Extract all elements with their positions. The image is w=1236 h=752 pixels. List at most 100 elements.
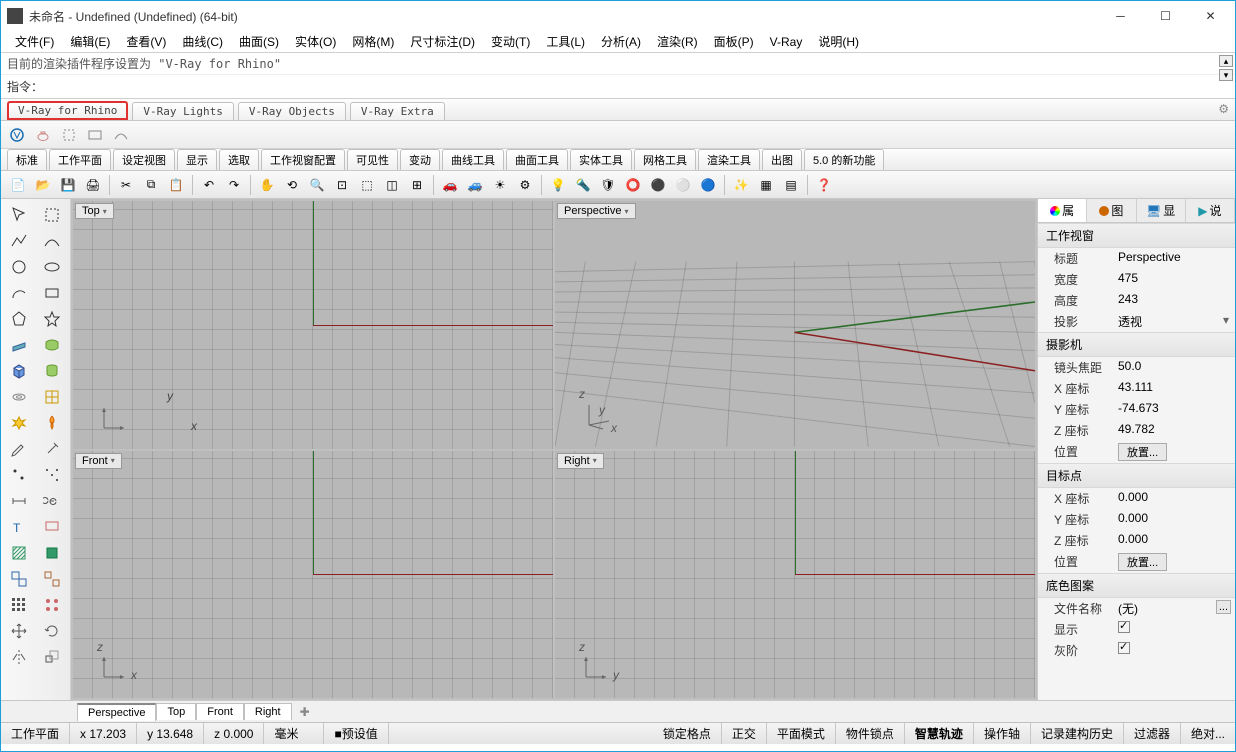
- ellipse-icon[interactable]: [37, 255, 68, 279]
- shield-icon[interactable]: 🛡: [597, 174, 619, 196]
- tab-crv[interactable]: 曲线工具: [442, 149, 504, 170]
- star-icon[interactable]: [37, 307, 68, 331]
- array-icon[interactable]: [4, 593, 35, 617]
- grid2-icon[interactable]: ▤: [780, 174, 802, 196]
- tab-render[interactable]: 渲染工具: [698, 149, 760, 170]
- menu-mesh[interactable]: 网格(M): [346, 31, 400, 52]
- array2-icon[interactable]: [37, 593, 68, 617]
- cut-icon[interactable]: ✂: [115, 174, 137, 196]
- menu-analyze[interactable]: 分析(A): [595, 31, 647, 52]
- gray-checkbox[interactable]: [1118, 642, 1130, 654]
- status-history[interactable]: 记录建构历史: [1031, 723, 1124, 744]
- tab-vray-rhino[interactable]: V-Ray for Rhino: [7, 101, 128, 120]
- panel-tab-display[interactable]: 🖥显: [1137, 199, 1186, 222]
- tab-xform[interactable]: 变动: [400, 149, 440, 170]
- circle-lt-icon[interactable]: [4, 255, 35, 279]
- light-icon[interactable]: 🔦: [572, 174, 594, 196]
- rotate-icon[interactable]: ⟲: [281, 174, 303, 196]
- paste-icon[interactable]: 📋: [165, 174, 187, 196]
- command-scroll[interactable]: ▴▾: [1219, 55, 1233, 81]
- grid-icon[interactable]: ▦: [755, 174, 777, 196]
- viewport-perspective[interactable]: z y x Perspective: [555, 201, 1035, 449]
- dim-icon[interactable]: [4, 489, 35, 513]
- sun-icon[interactable]: ☀: [489, 174, 511, 196]
- mesh-icon[interactable]: [37, 385, 68, 409]
- tab-new[interactable]: 5.0 的新功能: [804, 149, 884, 170]
- tab-vray-lights[interactable]: V-Ray Lights: [132, 102, 233, 120]
- flame-icon[interactable]: [37, 411, 68, 435]
- menu-render[interactable]: 渲染(R): [651, 31, 704, 52]
- projection-select[interactable]: 透视 ▾: [1118, 313, 1235, 330]
- tab-srf[interactable]: 曲面工具: [506, 149, 568, 170]
- menu-vray[interactable]: V-Ray: [764, 33, 809, 51]
- help-icon[interactable]: ❓: [813, 174, 835, 196]
- arc-icon[interactable]: [4, 281, 35, 305]
- tab-display[interactable]: 显示: [177, 149, 217, 170]
- tab-vpconf[interactable]: 工作视窗配置: [261, 149, 345, 170]
- curve-lt-icon[interactable]: [37, 229, 68, 253]
- panel-tab-props[interactable]: 属: [1038, 199, 1087, 222]
- show-checkbox[interactable]: [1118, 621, 1130, 633]
- menu-edit[interactable]: 编辑(E): [64, 31, 116, 52]
- tab-mesh[interactable]: 网格工具: [634, 149, 696, 170]
- menu-dim[interactable]: 尺寸标注(D): [404, 31, 481, 52]
- undo-icon[interactable]: ↶: [198, 174, 220, 196]
- viewport-label[interactable]: Right: [557, 453, 604, 469]
- zoom-icon[interactable]: 🔍: [306, 174, 328, 196]
- car2-icon[interactable]: 🚙: [464, 174, 486, 196]
- copy-icon[interactable]: ⧉: [140, 174, 162, 196]
- srf-icon[interactable]: [37, 333, 68, 357]
- browse-button[interactable]: ...: [1216, 600, 1231, 614]
- text-icon[interactable]: T: [4, 515, 35, 539]
- menu-solid[interactable]: 实体(O): [289, 31, 342, 52]
- zoom-ext-icon[interactable]: ⊡: [331, 174, 353, 196]
- status-unit[interactable]: 毫米: [264, 723, 324, 744]
- edit-icon[interactable]: [4, 437, 35, 461]
- menu-tools[interactable]: 工具(L): [540, 31, 591, 52]
- command-prompt[interactable]: 指令：: [1, 75, 1235, 98]
- status-abs[interactable]: 绝对...: [1181, 723, 1235, 744]
- status-filter[interactable]: 过滤器: [1124, 723, 1181, 744]
- place-camera-button[interactable]: 放置...: [1118, 443, 1167, 461]
- bulb-icon[interactable]: 💡: [547, 174, 569, 196]
- viewport-top[interactable]: xy Top: [73, 201, 553, 449]
- ungroup-icon[interactable]: [37, 567, 68, 591]
- annot-icon[interactable]: [37, 515, 68, 539]
- tab-draft[interactable]: 出图: [762, 149, 802, 170]
- pan-icon[interactable]: ✋: [256, 174, 278, 196]
- polyline-icon[interactable]: [4, 229, 35, 253]
- chain-icon[interactable]: [37, 489, 68, 513]
- zoom-sel-icon[interactable]: ◫: [381, 174, 403, 196]
- open-icon[interactable]: 📂: [32, 174, 54, 196]
- sphere2-icon[interactable]: ⚪: [672, 174, 694, 196]
- rotate-lt-icon[interactable]: [37, 619, 68, 643]
- car-icon[interactable]: 🚗: [439, 174, 461, 196]
- gear2-icon[interactable]: ⚙: [514, 174, 536, 196]
- status-gumball[interactable]: 操作轴: [974, 723, 1031, 744]
- tab-vray-objects[interactable]: V-Ray Objects: [238, 102, 346, 120]
- minimize-button[interactable]: ─: [1098, 2, 1143, 30]
- place-target-button[interactable]: 放置...: [1118, 553, 1167, 571]
- tab-cplane[interactable]: 工作平面: [49, 149, 111, 170]
- maximize-button[interactable]: ☐: [1143, 2, 1188, 30]
- status-osnap[interactable]: 物件锁点: [836, 723, 905, 744]
- tab-setview[interactable]: 设定视图: [113, 149, 175, 170]
- viewport-label[interactable]: Front: [75, 453, 122, 469]
- plane-icon[interactable]: [4, 333, 35, 357]
- status-smarttrack[interactable]: 智慧轨迹: [905, 723, 974, 744]
- vray-logo-icon[interactable]: [7, 125, 27, 145]
- status-gridsnap[interactable]: 锁定格点: [653, 723, 722, 744]
- save-icon[interactable]: 💾: [57, 174, 79, 196]
- tab-std[interactable]: 标准: [7, 149, 47, 170]
- menu-surface[interactable]: 曲面(S): [233, 31, 285, 52]
- vptab-perspective[interactable]: Perspective: [77, 703, 156, 721]
- viewport-right[interactable]: y z Right: [555, 451, 1035, 699]
- status-default[interactable]: ■预设值: [324, 723, 388, 744]
- points-icon[interactable]: [37, 463, 68, 487]
- panel-tab-help[interactable]: ▶说: [1186, 199, 1235, 222]
- status-ortho[interactable]: 正交: [722, 723, 767, 744]
- hatch-icon[interactable]: [4, 541, 35, 565]
- menu-view[interactable]: 查看(V): [120, 31, 172, 52]
- new-icon[interactable]: 📄: [7, 174, 29, 196]
- teapot-icon[interactable]: [33, 125, 53, 145]
